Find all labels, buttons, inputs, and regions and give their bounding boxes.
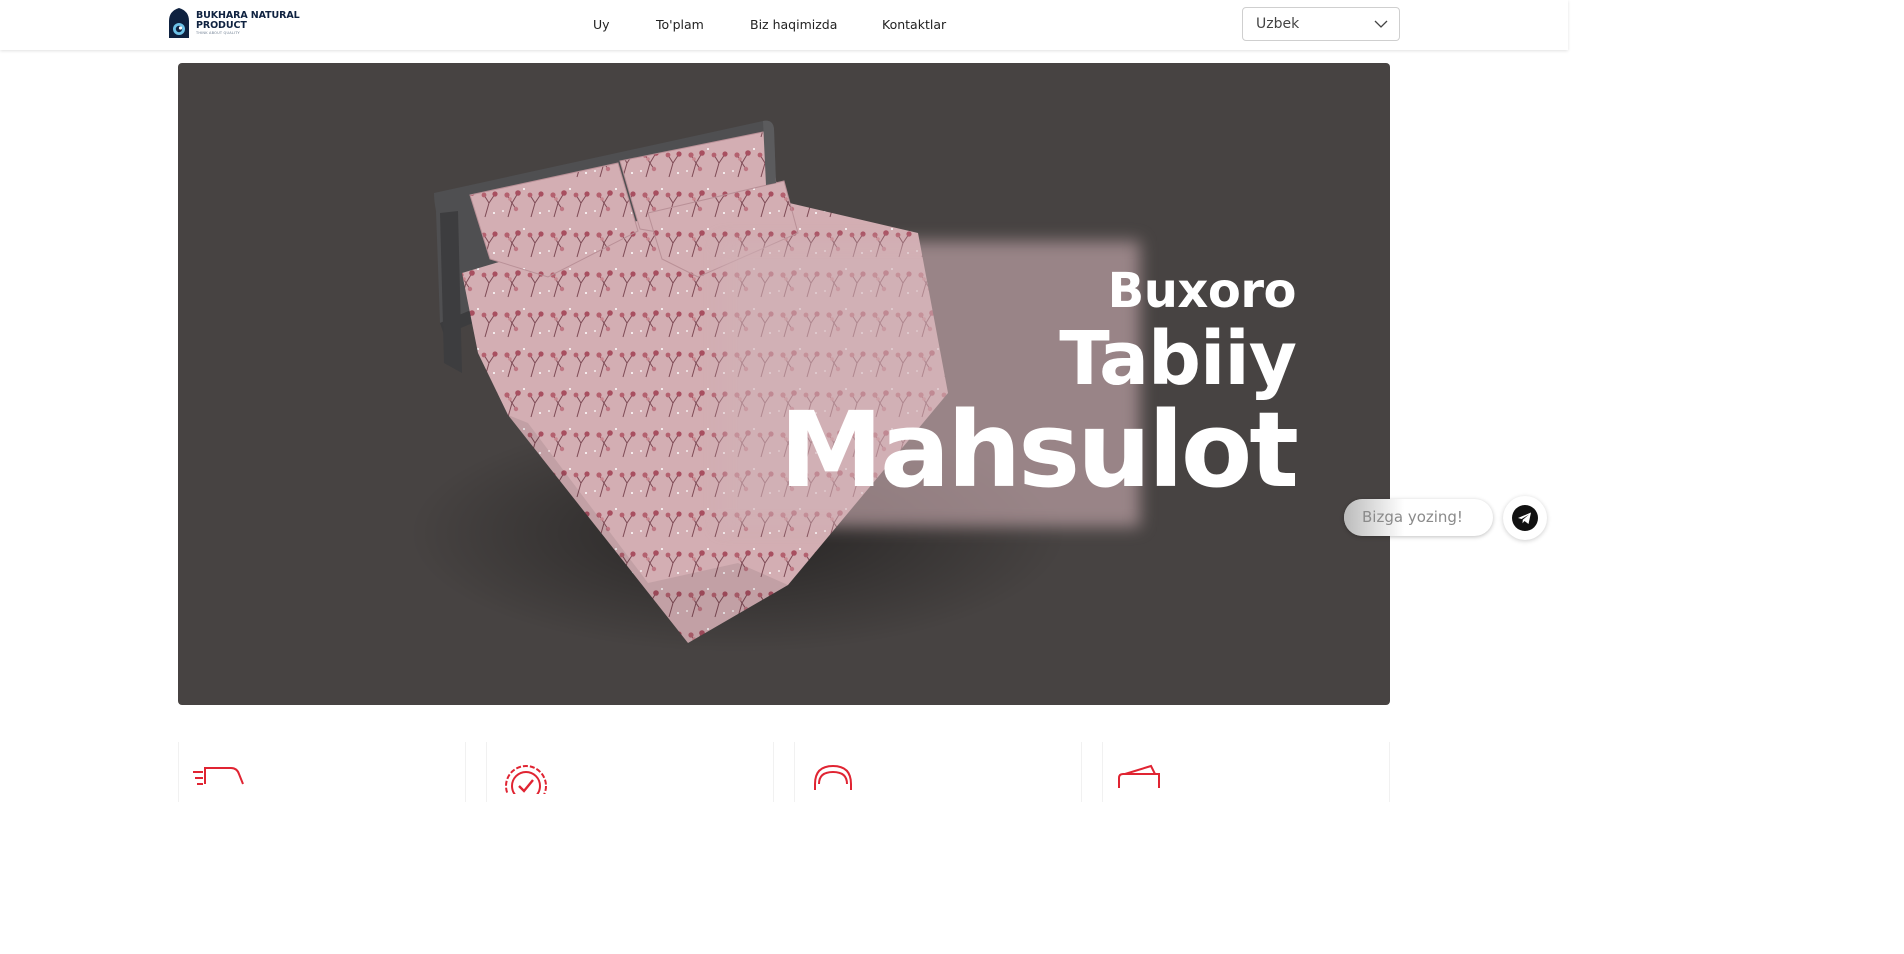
quality-badge-icon (505, 765, 547, 794)
nav-item-collection[interactable]: To'plam (656, 17, 704, 32)
brand-name-line2: PRODUCT (196, 19, 247, 31)
headset-icon (814, 764, 852, 790)
brand-tagline: THINK ABOUT QUALITY (196, 30, 240, 35)
hero-banner: Buxoro Tabiiy Mahsulot (178, 63, 1390, 705)
hero-heading-line1: Buxoro (1107, 263, 1297, 319)
chat-prompt-bubble[interactable]: Bizga yozing! (1344, 499, 1493, 536)
truck-icon (193, 767, 244, 785)
language-selected-value: Uzbek (1256, 16, 1300, 32)
hero-heading-line3: Mahsulot (779, 389, 1299, 511)
features-row (178, 742, 1390, 802)
logo-dome-icon (169, 8, 189, 38)
telegram-button[interactable] (1503, 496, 1547, 540)
hero-heading-line2: Tabiiy (1059, 316, 1297, 402)
feature-card-support (794, 742, 1082, 802)
nav-item-about[interactable]: Biz haqimizda (750, 17, 837, 32)
feature-card-payment (1102, 742, 1390, 802)
chevron-down-icon (1374, 20, 1388, 28)
wallet-icon (1118, 764, 1160, 788)
chat-prompt-text: Bizga yozing! (1362, 508, 1463, 526)
telegram-icon (1512, 505, 1538, 531)
nav-item-contacts[interactable]: Kontaktlar (882, 17, 946, 32)
feature-card-delivery (178, 742, 466, 802)
brand-logo[interactable]: BUKHARA NATURAL PRODUCT THINK ABOUT QUAL… (167, 6, 307, 40)
feature-card-quality (486, 742, 774, 802)
brand-name-line1: BUKHARA NATURAL (196, 9, 300, 21)
language-select[interactable]: Uzbek (1242, 7, 1400, 41)
site-header: BUKHARA NATURAL PRODUCT THINK ABOUT QUAL… (0, 0, 1568, 50)
nav-item-home[interactable]: Uy (593, 17, 610, 32)
